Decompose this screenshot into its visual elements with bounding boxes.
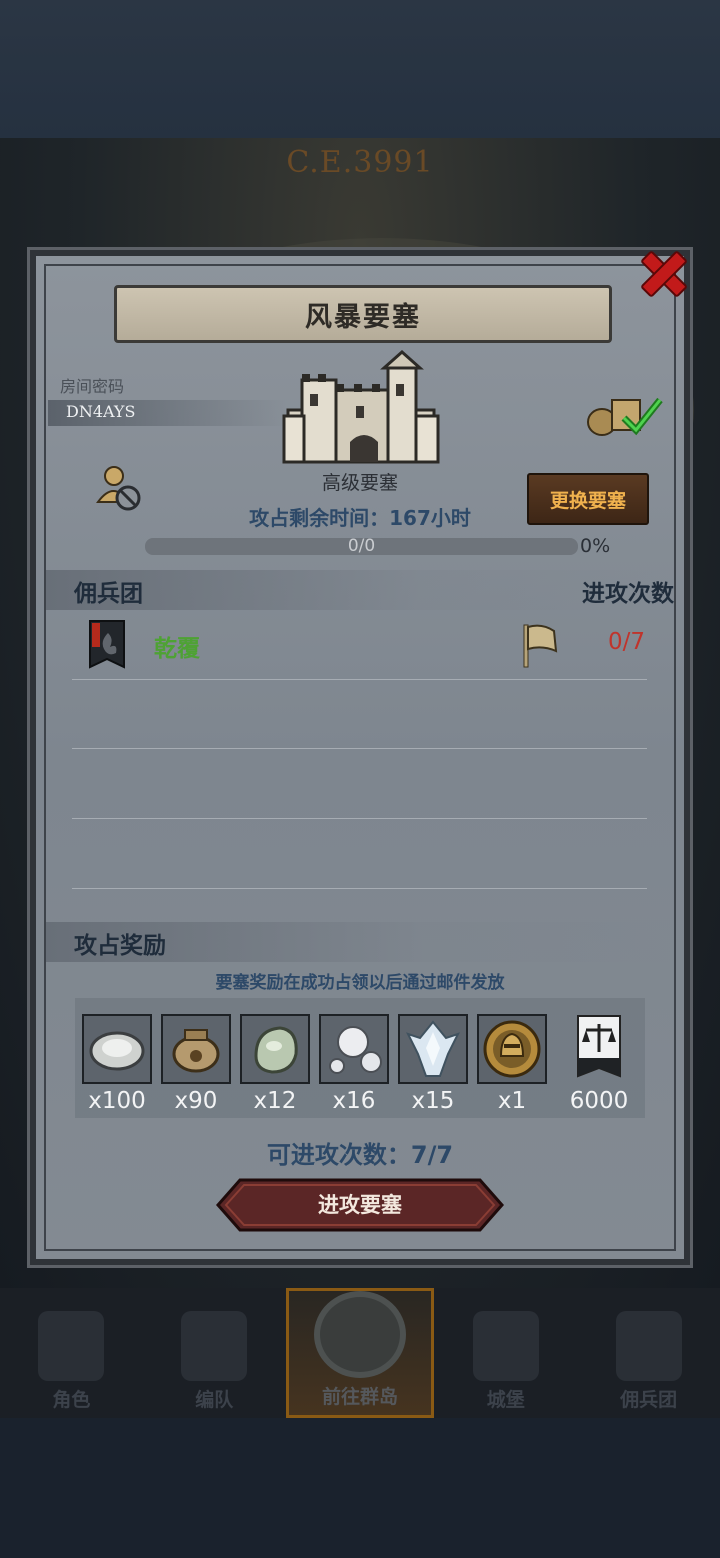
guild-attack-count: 0/7 bbox=[607, 629, 645, 655]
reward-quantity: x16 bbox=[332, 1088, 376, 1114]
capture-progress-text: 0/0 bbox=[347, 536, 376, 556]
mercenary-header-label: 佣兵团 bbox=[74, 581, 143, 607]
knight-medal-icon bbox=[477, 1014, 547, 1084]
ice-crystal-icon bbox=[398, 1014, 468, 1084]
attacks-remaining: 可进攻次数：7/7 bbox=[266, 1141, 454, 1169]
capture-progress-percent: 0% bbox=[580, 535, 611, 557]
helmet-icon bbox=[181, 1311, 248, 1381]
era-year-label: C.E.3991 bbox=[286, 145, 434, 180]
reward-header-label: 攻占奖励 bbox=[74, 933, 166, 959]
empty-row-divider bbox=[72, 748, 647, 749]
resource-swap-icon[interactable] bbox=[584, 392, 664, 438]
reward-item[interactable]: 6000 bbox=[562, 1014, 636, 1114]
close-icon[interactable] bbox=[632, 240, 692, 302]
attack-count-header: 进攻次数 bbox=[582, 581, 674, 607]
reward-item[interactable]: x15 bbox=[396, 1014, 470, 1114]
reward-quantity: x90 bbox=[174, 1088, 218, 1114]
reward-item[interactable]: x12 bbox=[238, 1014, 312, 1114]
nav-label: 角色 bbox=[52, 1389, 91, 1411]
nav-label: 佣兵团 bbox=[620, 1389, 678, 1411]
nav-item-character[interactable]: 角色 bbox=[0, 1288, 143, 1418]
coin-sack-icon bbox=[161, 1014, 231, 1084]
oyster-icon bbox=[82, 1014, 152, 1084]
remaining-time: 攻占剩余时间：167小时 bbox=[249, 506, 471, 530]
reward-quantity: x100 bbox=[88, 1088, 146, 1114]
nav-item-mercenary[interactable]: 佣兵团 bbox=[577, 1288, 720, 1418]
dialog-title: 风暴要塞 bbox=[305, 301, 421, 333]
nav-label: 城堡 bbox=[486, 1389, 525, 1411]
nav-label: 编队 bbox=[195, 1389, 234, 1411]
reward-item[interactable]: x16 bbox=[317, 1014, 391, 1114]
guild-name: 乾覆 bbox=[154, 636, 200, 662]
reward-item[interactable]: x1 bbox=[475, 1014, 549, 1114]
nav-label: 前往群岛 bbox=[321, 1386, 398, 1408]
compass-icon bbox=[313, 1291, 406, 1378]
empty-row-divider bbox=[72, 818, 647, 819]
guild-row[interactable]: 乾覆 0/7 bbox=[72, 615, 647, 680]
bottom-nav: 角色 编队 前往群岛 城堡 佣兵团 bbox=[0, 1288, 720, 1418]
jade-stone-icon bbox=[240, 1014, 310, 1084]
guild-emblem-icon bbox=[89, 620, 125, 669]
reward-item[interactable]: x100 bbox=[80, 1014, 154, 1114]
attack-fortress-button[interactable]: 进攻要塞 bbox=[216, 1178, 504, 1232]
top-status-band bbox=[0, 0, 720, 138]
reward-quantity: x12 bbox=[253, 1088, 297, 1114]
dialog-title-banner: 风暴要塞 bbox=[114, 285, 612, 343]
knight-icon bbox=[38, 1311, 105, 1381]
mercenary-section-header: 佣兵团 进攻次数 bbox=[46, 570, 674, 610]
reward-quantity: x15 bbox=[411, 1088, 455, 1114]
bottom-band bbox=[0, 1418, 720, 1558]
reward-quantity: 6000 bbox=[569, 1088, 629, 1114]
empty-row-divider bbox=[72, 888, 647, 889]
castle-icon bbox=[472, 1311, 539, 1381]
reward-section-header: 攻占奖励 bbox=[46, 922, 674, 962]
flag-icon[interactable] bbox=[520, 621, 560, 669]
reward-quantity: x1 bbox=[497, 1088, 527, 1114]
room-password-value: DN4AYS bbox=[66, 402, 136, 421]
room-password-label: 房间密码 bbox=[60, 377, 125, 396]
attack-fortress-label: 进攻要塞 bbox=[318, 1193, 402, 1217]
justice-banner-icon bbox=[564, 1014, 634, 1084]
reward-note: 要塞奖励在成功占领以后通过邮件发放 bbox=[215, 973, 505, 993]
nav-item-islands[interactable]: 前往群岛 bbox=[285, 1288, 435, 1418]
banner-icon bbox=[615, 1311, 682, 1381]
nav-item-castle[interactable]: 城堡 bbox=[434, 1288, 577, 1418]
reward-item[interactable]: x90 bbox=[159, 1014, 233, 1114]
nav-item-formation[interactable]: 编队 bbox=[143, 1288, 286, 1418]
fortress-icon bbox=[282, 350, 440, 464]
pearls-icon bbox=[319, 1014, 389, 1084]
